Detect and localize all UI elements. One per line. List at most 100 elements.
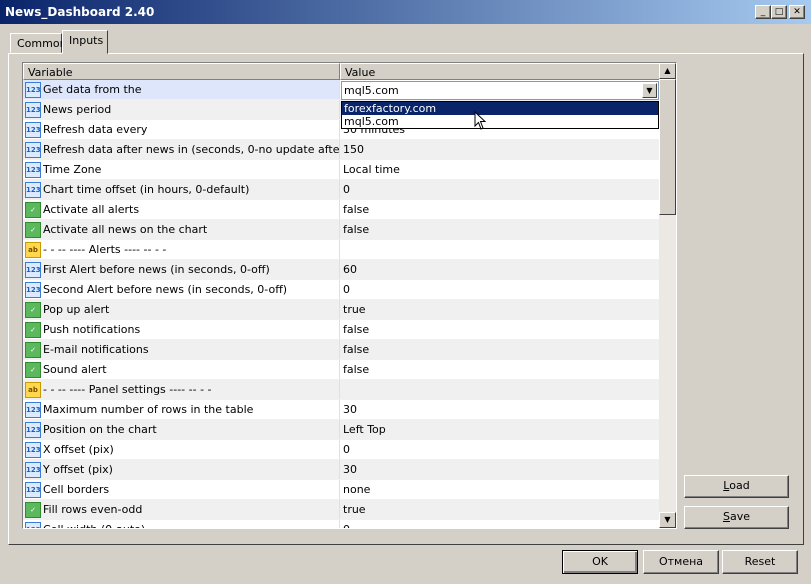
table-row[interactable]: Pop up alert ✓ true (23, 300, 660, 320)
string-type-icon: ab (25, 382, 41, 398)
table-row[interactable]: Cell width (0-auto)123 0 (23, 520, 660, 528)
boolean-type-icon: ✓ (25, 302, 41, 318)
close-icon[interactable]: ✕ (789, 5, 805, 19)
table-row[interactable]: Activate all alerts ✓ false (23, 200, 660, 220)
variable-cell: Get data from the (23, 80, 340, 99)
variable-cell: First Alert before news (in seconds, 0-o… (23, 260, 340, 279)
variable-cell: Maximum number of rows in the table (23, 400, 340, 419)
value-cell[interactable]: false (340, 340, 660, 359)
variable-cell: Push notifications (23, 320, 340, 339)
dropdown-option-mql5[interactable]: mql5.com (342, 115, 658, 128)
number-type-icon: 123 (25, 102, 41, 118)
value-cell[interactable]: false (340, 200, 660, 219)
variable-cell: Activate all news on the chart (23, 220, 340, 239)
table-row[interactable]: First Alert before news (in seconds, 0-o… (23, 260, 660, 280)
table-row[interactable]: Activate all news on the chart ✓ false (23, 220, 660, 240)
variable-cell: - - -- ---- Panel settings ---- -- - - (23, 380, 340, 399)
variable-cell: Time Zone (23, 160, 340, 179)
variable-cell: Cell width (0-auto) (23, 520, 340, 528)
vertical-scrollbar[interactable]: ▲ ▼ (659, 63, 676, 528)
boolean-type-icon: ✓ (25, 202, 41, 218)
table-row[interactable]: Position on the chart 123 Left Top (23, 420, 660, 440)
grid-header: Variable Value (23, 63, 660, 80)
tab-inputs[interactable]: Inputs (62, 30, 108, 54)
table-row[interactable]: Refresh data after news in (seconds, 0-n… (23, 140, 660, 160)
number-type-icon: 123 (25, 282, 41, 298)
table-row[interactable]: Maximum number of rows in the table 123 30 (23, 400, 660, 420)
variable-cell: Fill rows even-odd (23, 500, 340, 519)
value-cell[interactable]: Local time (340, 160, 660, 179)
table-row[interactable]: E-mail notifications ✓ false (23, 340, 660, 360)
number-type-icon: 123 (25, 162, 41, 178)
number-type-icon: 123 (25, 442, 41, 458)
boolean-type-icon: ✓ (25, 362, 41, 378)
value-cell[interactable]: Left Top (340, 420, 660, 439)
title-bar: News_Dashboard 2.40 _ □ ✕ (0, 0, 811, 24)
value-cell[interactable]: 60 (340, 260, 660, 279)
value-cell[interactable]: 150 (340, 140, 660, 159)
variable-cell: Activate all alerts (23, 200, 340, 219)
minimize-icon[interactable]: _ (755, 5, 771, 19)
ok-button[interactable]: OK (562, 550, 638, 574)
inputs-grid: Variable Value Get data from the 123 News … (22, 62, 677, 529)
load-button[interactable]: Load (684, 475, 789, 498)
scroll-up-icon[interactable]: ▲ (659, 63, 676, 79)
variable-cell: Cell borders (23, 480, 340, 499)
table-row[interactable]: Second Alert before news (in seconds, 0-… (23, 280, 660, 300)
mouse-pointer-icon (474, 111, 487, 130)
number-type-icon: 123 (25, 122, 41, 138)
table-row[interactable]: Time Zone 123 Local time (23, 160, 660, 180)
table-row[interactable]: Cell borders 123 none (23, 480, 660, 500)
value-cell[interactable]: true (340, 500, 660, 519)
number-type-icon: 123 (25, 402, 41, 418)
variable-cell: Pop up alert (23, 300, 340, 319)
variable-cell: Refresh data every (23, 120, 340, 139)
table-row[interactable]: Y offset (pix) 123 30 (23, 460, 660, 480)
variable-cell: Refresh data after news in (seconds, 0-n… (23, 140, 340, 159)
table-row[interactable]: Fill rows even-odd ✓ true (23, 500, 660, 520)
table-row[interactable]: X offset (pix) 123 0 (23, 440, 660, 460)
cancel-button[interactable]: Отмена (643, 550, 719, 574)
reset-button[interactable]: Reset (722, 550, 798, 574)
grid-rows: Get data from the 123 News period 123 Refres… (23, 80, 660, 528)
value-cell[interactable]: 0 (340, 180, 660, 199)
value-cell[interactable] (340, 380, 660, 399)
number-type-icon: 123 (25, 82, 41, 98)
scroll-down-icon[interactable]: ▼ (659, 512, 676, 528)
variable-cell: - - -- ---- Alerts ---- -- - - (23, 240, 340, 259)
value-cell[interactable]: 30 (340, 400, 660, 419)
chevron-down-icon[interactable]: ▼ (642, 83, 657, 98)
number-type-icon: 123 (25, 142, 41, 158)
value-cell[interactable]: true (340, 300, 660, 319)
table-row[interactable]: - - -- ---- Alerts ---- -- - - ab (23, 240, 660, 260)
scroll-thumb[interactable] (659, 79, 676, 215)
column-header-value[interactable]: Value (340, 63, 660, 80)
boolean-type-icon: ✓ (25, 342, 41, 358)
save-button-mnemonic: S (722, 510, 730, 523)
value-cell[interactable]: 0 (340, 440, 660, 459)
dropdown-option-forexfactory[interactable]: forexfactory.com (342, 102, 658, 115)
save-button[interactable]: Save (684, 506, 789, 529)
value-cell[interactable]: false (340, 320, 660, 339)
value-cell[interactable]: false (340, 220, 660, 239)
maximize-icon[interactable]: □ (771, 5, 787, 19)
table-row[interactable]: Sound alert ✓ false (23, 360, 660, 380)
combo-value: mql5.com (344, 84, 399, 97)
value-cell[interactable] (340, 240, 660, 259)
value-cell[interactable]: none (340, 480, 660, 499)
table-row[interactable]: - - -- ---- Panel settings ---- -- - - ab (23, 380, 660, 400)
value-cell[interactable]: 0 (340, 520, 660, 528)
source-combo[interactable]: mql5.com ▼ (341, 81, 659, 100)
string-type-icon: ab (25, 242, 41, 258)
variable-cell: Y offset (pix) (23, 460, 340, 479)
table-row[interactable]: Push notifications ✓ false (23, 320, 660, 340)
tab-common[interactable]: Common (10, 33, 67, 53)
value-cell[interactable]: 30 (340, 460, 660, 479)
number-type-icon: 123 (25, 482, 41, 498)
value-cell[interactable]: 0 (340, 280, 660, 299)
save-button-label: ave (729, 510, 750, 523)
window-title: News_Dashboard 2.40 (5, 5, 155, 19)
value-cell[interactable]: false (340, 360, 660, 379)
table-row[interactable]: Chart time offset (in hours, 0-default) 1… (23, 180, 660, 200)
column-header-variable[interactable]: Variable (23, 63, 340, 80)
